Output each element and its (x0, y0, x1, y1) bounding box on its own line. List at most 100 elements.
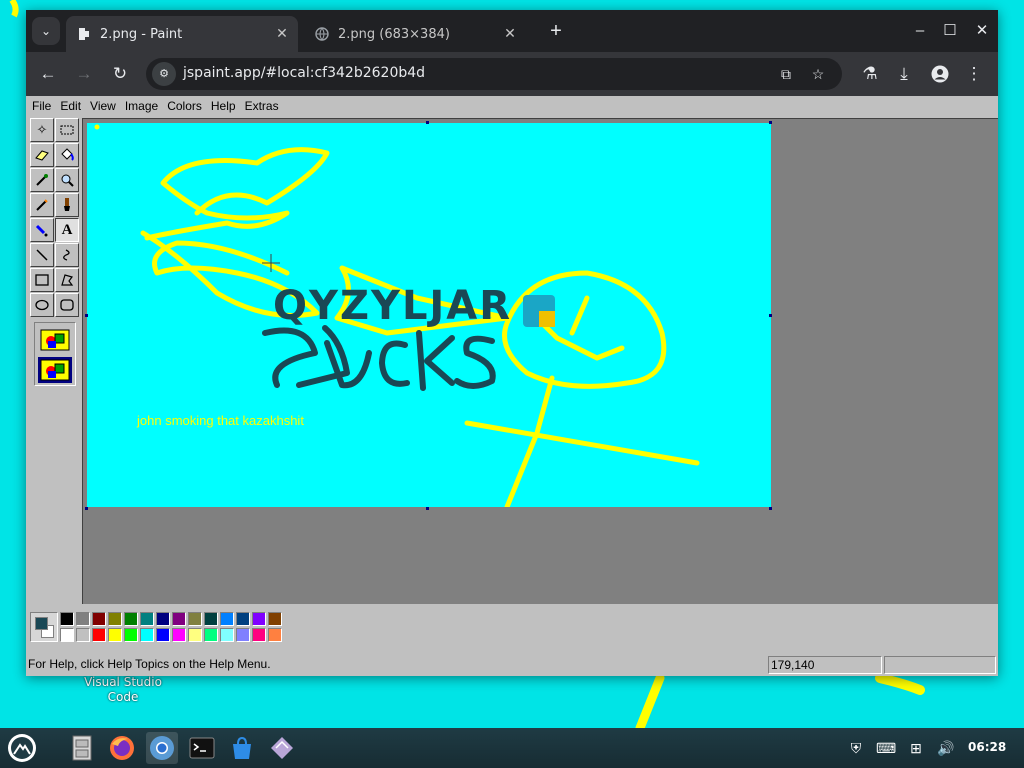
text-tool[interactable]: A (55, 218, 79, 242)
reload-button[interactable]: ↻ (106, 60, 134, 88)
brush-tool[interactable] (55, 193, 79, 217)
resize-handle[interactable] (85, 507, 88, 510)
magnifier-tool[interactable] (55, 168, 79, 192)
taskbar-store[interactable] (226, 732, 258, 764)
palette-color-swatch[interactable] (204, 612, 218, 626)
taskbar-firefox[interactable] (106, 732, 138, 764)
taskbar-terminal[interactable] (186, 732, 218, 764)
menu-file[interactable]: File (28, 99, 56, 113)
taskbar-clock[interactable]: 06:28 (968, 740, 1006, 754)
transparent-option-opaque[interactable] (38, 327, 72, 353)
downloads-icon[interactable]: ⤓ (890, 60, 918, 88)
security-shield-icon[interactable]: ⛨ (846, 738, 866, 758)
drawing-canvas[interactable]: QYZYLJAR john smoking that kazakhshit (87, 123, 771, 507)
polygon-tool[interactable] (55, 268, 79, 292)
palette-color-swatch[interactable] (252, 612, 266, 626)
palette-color-swatch[interactable] (156, 612, 170, 626)
palette-color-swatch[interactable] (140, 628, 154, 642)
polygon-icon (61, 274, 74, 286)
palette-color-swatch[interactable] (60, 612, 74, 626)
palette-color-swatch[interactable] (140, 612, 154, 626)
tab-search-button[interactable]: ⌄ (32, 17, 60, 45)
menu-extras[interactable]: Extras (241, 99, 284, 113)
close-tab-icon[interactable]: ✕ (272, 24, 292, 44)
free-form-select-tool[interactable]: ✧ (30, 118, 54, 142)
address-bar[interactable]: ⚙ jspaint.app/#local:cf342b2620b4d ⧉ ☆ (146, 58, 842, 90)
palette-color-swatch[interactable] (268, 628, 282, 642)
close-window-button[interactable]: ✕ (970, 20, 994, 42)
palette-color-swatch[interactable] (172, 628, 186, 642)
keyboard-icon[interactable]: ⌨ (876, 738, 896, 758)
palette-color-swatch[interactable] (220, 612, 234, 626)
rectangle-tool[interactable] (30, 268, 54, 292)
palette-color-swatch[interactable] (188, 612, 202, 626)
taskbar-app[interactable] (266, 732, 298, 764)
back-button[interactable]: ← (34, 60, 62, 88)
tab-paint[interactable]: 2.png - Paint ✕ (66, 16, 298, 52)
transparent-option-transparent[interactable] (38, 357, 72, 383)
paint-bucket-icon (61, 148, 74, 161)
palette-color-swatch[interactable] (236, 612, 250, 626)
menu-view[interactable]: View (86, 99, 121, 113)
palette-color-swatch[interactable] (76, 612, 90, 626)
eraser-tool[interactable] (30, 143, 54, 167)
ellipse-tool[interactable] (30, 293, 54, 317)
pencil-tool[interactable] (30, 193, 54, 217)
menu-edit[interactable]: Edit (56, 99, 86, 113)
menu-colors[interactable]: Colors (163, 99, 207, 113)
resize-handle[interactable] (769, 507, 772, 510)
close-tab-icon[interactable]: ✕ (500, 24, 520, 44)
curve-tool[interactable] (55, 243, 79, 267)
bookmark-star-icon[interactable]: ☆ (806, 62, 830, 86)
palette-color-swatch[interactable] (188, 628, 202, 642)
maximize-button[interactable]: ☐ (938, 20, 962, 42)
resize-handle[interactable] (85, 314, 88, 317)
labs-flask-icon[interactable]: ⚗ (856, 60, 884, 88)
pick-color-tool[interactable] (30, 168, 54, 192)
line-tool[interactable] (30, 243, 54, 267)
resize-handle[interactable] (769, 121, 772, 124)
taskbar-chromium[interactable] (146, 732, 178, 764)
palette-color-swatch[interactable] (92, 612, 106, 626)
palette-color-swatch[interactable] (92, 628, 106, 642)
palette-color-swatch[interactable] (236, 628, 250, 642)
palette-color-swatch[interactable] (124, 612, 138, 626)
palette-color-swatch[interactable] (220, 628, 234, 642)
palette-color-swatch[interactable] (76, 628, 90, 642)
palette-color-swatch[interactable] (156, 628, 170, 642)
taskbar-files[interactable] (66, 732, 98, 764)
palette-color-swatch[interactable] (124, 628, 138, 642)
resize-handle[interactable] (426, 121, 429, 124)
network-icon[interactable]: ⊞ (906, 738, 926, 758)
transparent-background-icon (40, 359, 70, 381)
palette-color-swatch[interactable] (108, 612, 122, 626)
forward-button[interactable]: → (70, 60, 98, 88)
palette-color-swatch[interactable] (172, 612, 186, 626)
rounded-rectangle-tool[interactable] (55, 293, 79, 317)
url-text[interactable]: jspaint.app/#local:cf342b2620b4d (183, 65, 425, 81)
airbrush-tool[interactable] (30, 218, 54, 242)
menu-image[interactable]: Image (121, 99, 163, 113)
site-info-icon[interactable]: ⚙ (152, 62, 176, 86)
chevron-down-icon: ⌄ (40, 24, 52, 38)
start-menu-button[interactable] (6, 732, 38, 764)
resize-handle[interactable] (426, 507, 429, 510)
palette-color-swatch[interactable] (268, 612, 282, 626)
tab-image[interactable]: 2.png (683×384) ✕ (304, 16, 526, 52)
minimize-button[interactable]: – (908, 20, 932, 42)
desktop-icon-vscode-label[interactable]: Visual Studio Code (78, 675, 168, 705)
volume-icon[interactable]: 🔊 (936, 738, 956, 758)
palette-color-swatch[interactable] (108, 628, 122, 642)
menu-help[interactable]: Help (207, 99, 241, 113)
resize-handle[interactable] (769, 314, 772, 317)
current-colors-indicator[interactable] (30, 612, 58, 642)
palette-color-swatch[interactable] (60, 628, 74, 642)
browser-menu-icon[interactable]: ⋮ (960, 60, 988, 88)
profile-icon[interactable] (926, 60, 954, 88)
select-tool[interactable] (55, 118, 79, 142)
fill-with-color-tool[interactable] (55, 143, 79, 167)
install-app-icon[interactable]: ⧉ (774, 62, 798, 86)
new-tab-button[interactable]: + (544, 19, 568, 43)
palette-color-swatch[interactable] (204, 628, 218, 642)
palette-color-swatch[interactable] (252, 628, 266, 642)
